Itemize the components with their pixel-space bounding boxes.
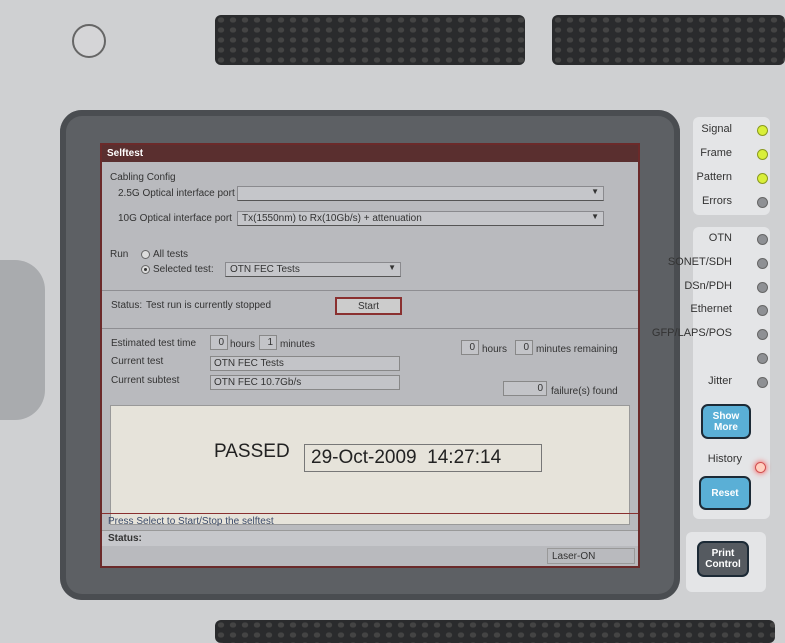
verdict: PASSED (214, 441, 290, 462)
selected-test-select[interactable]: OTN FEC Tests ▼ (225, 262, 401, 277)
print-control-button[interactable]: Print Control (697, 541, 749, 577)
rem-minutes: 0 (515, 340, 533, 355)
current-test-value: OTN FEC Tests (210, 356, 400, 371)
show-more-button[interactable]: Show More (701, 404, 751, 439)
run-label: Run (110, 249, 129, 260)
failures-count: 0 (503, 381, 547, 396)
result-timestamp: 29-Oct-2009 14:27:14 (304, 444, 542, 472)
est-hours: 0 (210, 335, 228, 350)
knob (72, 24, 106, 58)
led-label: SONET/SDH (667, 255, 732, 268)
status-led (757, 197, 768, 208)
selftest-window: Selftest Cabling Config 2.5G Optical int… (100, 143, 640, 568)
status-led (757, 149, 768, 160)
estimated-label: Estimated test time (111, 338, 197, 349)
status-led (757, 234, 768, 245)
protocol-led-panel: Show More History Reset OTN SONET/SDH DSn/… (652, 227, 770, 519)
led-label: DSn/PDH (684, 279, 732, 292)
port-25g-select[interactable]: ▼ (237, 186, 604, 201)
result-panel: PASSED 29-Oct-2009 14:27:14 (110, 405, 630, 525)
led-label: Errors (702, 195, 732, 207)
window-title: Selftest (102, 145, 638, 162)
status-led (757, 329, 768, 341)
remaining-label: minutes remaining (536, 344, 618, 355)
left-handle (0, 260, 45, 420)
start-button[interactable]: Start (335, 297, 402, 315)
top-vent-right (552, 15, 785, 65)
status-led (757, 173, 768, 184)
laser-status: Laser-ON (547, 548, 635, 564)
footer-status-label: Status: (102, 530, 638, 546)
all-tests-label: All tests (153, 249, 189, 260)
radio-all-tests[interactable] (141, 250, 150, 259)
chevron-down-icon: ▼ (591, 187, 599, 196)
status-led (757, 125, 768, 136)
cabling-heading: Cabling Config (110, 172, 176, 183)
led-label: Pattern (696, 171, 732, 183)
hint-text: Press Select to Start/Stop the selftest (108, 516, 274, 527)
status-led-panel: Signal Frame Pattern Errors (693, 117, 770, 215)
current-test-label: Current test (111, 356, 164, 367)
port-25g-label: 2.5G Optical interface port (118, 188, 235, 199)
status-led (757, 376, 768, 388)
history-led (755, 462, 766, 473)
est-minutes: 1 (259, 335, 277, 350)
minutes-label: minutes (280, 339, 316, 350)
divider (102, 328, 638, 329)
reset-button[interactable]: Reset (699, 476, 751, 510)
bottom-vent (215, 620, 775, 643)
status-led (757, 281, 768, 293)
led-label: GFP/LAPS/POS (651, 327, 732, 340)
led-label: Jitter (708, 374, 732, 387)
status-label: Status: (111, 300, 143, 311)
top-vent-left (215, 15, 525, 65)
port-10g-value: Tx(1550nm) to Rx(10Gb/s) + attenuation (242, 213, 422, 224)
port-10g-select[interactable]: Tx(1550nm) to Rx(10Gb/s) + attenuation ▼ (237, 211, 604, 226)
rem-hours: 0 (461, 340, 479, 355)
led-label: Signal (701, 123, 732, 135)
history-label: History (707, 453, 742, 465)
led-label: Ethernet (690, 303, 732, 316)
rem-hours-label: hours (482, 344, 508, 355)
status-text: Test run is currently stopped (146, 300, 272, 311)
selected-test-label: Selected test: (153, 264, 214, 275)
status-led (757, 353, 768, 364)
status-led (757, 305, 768, 317)
selected-test-value: OTN FEC Tests (230, 264, 300, 275)
current-subtest-value: OTN FEC 10.7Gb/s (210, 375, 400, 390)
led-label: Frame (700, 147, 732, 159)
hours-label: hours (230, 339, 256, 350)
divider (102, 290, 638, 291)
chevron-down-icon: ▼ (591, 212, 599, 221)
chevron-down-icon: ▼ (388, 263, 396, 272)
current-subtest-label: Current subtest (111, 375, 180, 386)
led-label: OTN (708, 232, 732, 244)
status-led (757, 257, 768, 269)
radio-selected-test[interactable] (141, 265, 150, 274)
failures-label: failure(s) found (551, 386, 618, 397)
port-10g-label: 10G Optical interface port (118, 213, 232, 224)
print-panel: Print Control (686, 532, 766, 592)
